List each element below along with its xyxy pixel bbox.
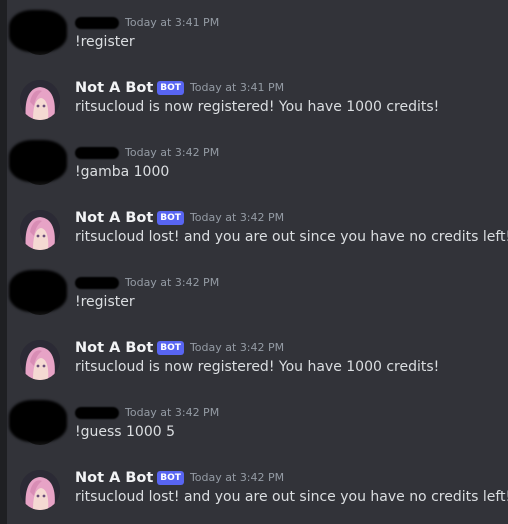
message-header: Today at 3:41 PM (75, 12, 219, 32)
chat-message[interactable]: Not A Bot BOT Today at 3:41 PM ritsucloud i… (7, 65, 508, 130)
bot-avatar-icon[interactable] (20, 340, 60, 380)
bot-avatar-icon[interactable] (20, 470, 60, 510)
redaction-mark (9, 10, 67, 52)
redaction-mark (9, 400, 67, 442)
message-timestamp: Today at 3:42 PM (189, 341, 285, 354)
message-content: !gamba 1000 (75, 164, 170, 180)
message-content: !register (75, 294, 135, 310)
message-header: Today at 3:42 PM (75, 272, 219, 292)
chat-message-list: Today at 3:41 PM !register Not A Bot BOT Tod… (7, 0, 508, 524)
author-name[interactable]: Not A Bot (75, 80, 153, 96)
redacted-author-name (75, 146, 119, 159)
message-header: Not A Bot BOT Today at 3:42 PM (75, 467, 284, 487)
message-timestamp: Today at 3:41 PM (189, 81, 285, 94)
bot-badge: BOT (157, 340, 184, 355)
message-header: Not A Bot BOT Today at 3:41 PM (75, 77, 284, 97)
message-header: Today at 3:42 PM (75, 142, 219, 162)
message-header: Not A Bot BOT Today at 3:42 PM (75, 337, 284, 357)
message-timestamp: Today at 3:42 PM (125, 406, 220, 419)
redacted-author-name (75, 16, 119, 29)
message-content: ritsucloud is now registered! You have 1… (75, 359, 440, 375)
author-name[interactable]: Not A Bot (75, 210, 153, 226)
chat-message[interactable]: Today at 3:41 PM !register (7, 0, 508, 65)
chat-message[interactable]: Not A Bot BOT Today at 3:42 PM ritsucloud l… (7, 455, 508, 520)
message-content: !register (75, 34, 135, 50)
chat-message[interactable]: Not A Bot BOT Today at 3:42 PM ritsucloud i… (7, 325, 508, 390)
bot-badge: BOT (157, 470, 184, 485)
redacted-author-name (75, 406, 119, 419)
message-content: ritsucloud is now registered! You have 1… (75, 99, 440, 115)
message-timestamp: Today at 3:42 PM (125, 146, 220, 159)
message-timestamp: Today at 3:42 PM (189, 211, 285, 224)
message-header: Today at 3:42 PM (75, 402, 219, 422)
chat-message[interactable]: Today at 3:42 PM !guess 1000 5 (7, 390, 508, 455)
author-name[interactable]: Not A Bot (75, 470, 153, 486)
redaction-mark (9, 270, 67, 312)
bot-avatar-icon[interactable] (20, 210, 60, 250)
bot-badge: BOT (157, 210, 184, 225)
message-content: ritsucloud lost! and you are out since y… (75, 229, 508, 245)
message-content: !guess 1000 5 (75, 424, 176, 440)
message-timestamp: Today at 3:42 PM (125, 276, 220, 289)
bot-avatar-icon[interactable] (20, 80, 60, 120)
chat-message[interactable]: Not A Bot BOT Today at 3:42 PM ritsucloud l… (7, 195, 508, 260)
message-timestamp: Today at 3:41 PM (125, 16, 220, 29)
author-name[interactable]: Not A Bot (75, 340, 153, 356)
chat-message[interactable]: Today at 3:42 PM !gamba 1000 (7, 130, 508, 195)
redaction-mark (9, 140, 67, 182)
message-header: Not A Bot BOT Today at 3:42 PM (75, 207, 284, 227)
message-content: ritsucloud lost! and you are out since y… (75, 489, 508, 505)
message-timestamp: Today at 3:42 PM (189, 471, 285, 484)
bot-badge: BOT (157, 80, 184, 95)
chat-message[interactable]: Today at 3:42 PM !register (7, 260, 508, 325)
redacted-author-name (75, 276, 119, 289)
